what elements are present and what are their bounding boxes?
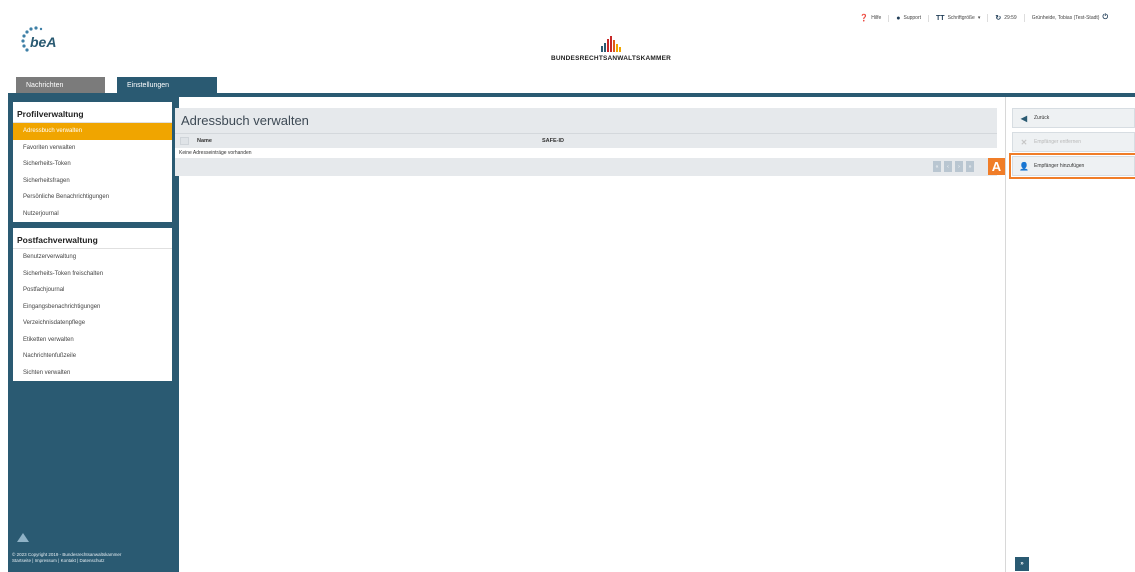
main-tabs: Nachrichten Einstellungen (16, 77, 217, 93)
expand-panel-button[interactable]: » (1015, 557, 1029, 571)
brand-bar (613, 40, 615, 52)
footer: © 2023 Copyright 2019 - Bundesrechtsanwa… (12, 552, 121, 564)
sidebar-item-nachrichtenfusszeile[interactable]: Nachrichtenfußzeile (13, 348, 172, 365)
add-label: Empfänger hinzufügen (1034, 163, 1085, 169)
mailbox-panel-title: Postfachverwaltung (13, 228, 172, 249)
remove-recipient-button[interactable]: ✕ Empfänger entfernen (1012, 132, 1135, 152)
brand-bar (607, 39, 609, 52)
text-size-icon: TT (936, 14, 945, 22)
user-label: Grünheide, Tobias (Test-Stadt) (1031, 15, 1100, 21)
session-timer[interactable]: ↻ 29:59 (987, 14, 1023, 22)
sidebar-item-etiketten[interactable]: Etiketten verwalten (13, 332, 172, 349)
brand-bar (604, 43, 606, 52)
brand-bar (616, 44, 618, 52)
sidebar-item-sichten[interactable]: Sichten verwalten (13, 365, 172, 382)
sidebar-item-sicherheitsfragen[interactable]: Sicherheitsfragen (13, 173, 172, 190)
last-page-button[interactable]: » (966, 161, 974, 172)
brak-logo-bars (536, 36, 686, 52)
page-title: Adressbuch verwalten (175, 108, 997, 133)
footer-links[interactable]: Startseite | Impressum | Kontakt | Daten… (12, 558, 121, 564)
first-page-button[interactable]: « (933, 161, 941, 172)
fontsize-label: Schriftgröße (947, 15, 975, 21)
sidebar-item-postfachjournal[interactable]: Postfachjournal (13, 282, 172, 299)
chevron-down-icon: ▾ (977, 15, 981, 21)
help-label: Hilfe (871, 15, 882, 21)
main-content: Adressbuch verwalten Name SAFE-ID Keine … (175, 101, 1005, 572)
select-all-checkbox[interactable] (180, 137, 189, 145)
next-page-button[interactable]: › (955, 161, 963, 172)
add-recipient-button[interactable]: 👤 Empfänger hinzufügen (1009, 153, 1135, 179)
remove-label: Empfänger entfernen (1034, 139, 1081, 145)
prev-page-button[interactable]: ‹ (944, 161, 952, 172)
empty-message: Keine Adresseinträge vorhanden (175, 148, 997, 158)
sidebar-item-nutzerjournal[interactable]: Nutzerjournal (13, 206, 172, 223)
tab-nachrichten[interactable]: Nachrichten (16, 77, 105, 93)
sidebar-item-favoriten[interactable]: Favoriten verwalten (13, 140, 172, 157)
svg-text:beA: beA (30, 34, 56, 50)
column-header-safe-id[interactable]: SAFE-ID (542, 138, 564, 144)
timer-label: 29:59 (1004, 15, 1017, 21)
brak-brand: BUNDESRECHTSANWALTSKAMMER (536, 36, 686, 62)
pagination: « ‹ › » (933, 161, 974, 172)
sidebar-item-token-freischalten[interactable]: Sicherheits-Token freischalten (13, 266, 172, 283)
sidebar-item-benachrichtigungen[interactable]: Persönliche Benachrichtigungen (13, 189, 172, 206)
sidebar-item-verzeichnisdatenpflege[interactable]: Verzeichnisdatenpflege (13, 315, 172, 332)
bea-logo: beA (17, 24, 67, 66)
right-column-divider (1005, 97, 1006, 572)
footer-logo-icon (16, 531, 30, 543)
table-header: Name SAFE-ID (175, 133, 997, 148)
help-link[interactable]: ❓ Hilfe (853, 14, 889, 22)
brand-bar (601, 46, 603, 52)
power-icon[interactable]: ⏻ (1102, 14, 1108, 22)
top-utility-bar: ❓ Hilfe ● Support TT Schriftgröße ▾ ↻ 29… (853, 12, 1115, 24)
profile-panel: Profilverwaltung Adressbuch verwalten Fa… (13, 102, 172, 222)
user-menu[interactable]: Grünheide, Tobias (Test-Stadt) ⏻ (1023, 14, 1115, 22)
brand-name: BUNDESRECHTSANWALTSKAMMER (550, 55, 672, 62)
fontsize-dropdown[interactable]: TT Schriftgröße ▾ (928, 14, 987, 22)
close-icon: ✕ (1020, 137, 1028, 147)
sidebar-item-eingangsbenachrichtigungen[interactable]: Eingangsbenachrichtigungen (13, 299, 172, 316)
column-header-name[interactable]: Name (197, 138, 542, 144)
user-icon: ● (896, 14, 901, 22)
sidebar: Profilverwaltung Adressbuch verwalten Fa… (8, 97, 179, 572)
sidebar-item-adressbuch[interactable]: Adressbuch verwalten (13, 123, 172, 140)
support-label: Support (903, 15, 922, 21)
tab-einstellungen[interactable]: Einstellungen (117, 77, 217, 93)
profile-panel-title: Profilverwaltung (13, 102, 172, 123)
brand-bar (619, 47, 621, 52)
pager-bar: « ‹ › » (175, 158, 997, 176)
add-user-icon: 👤 (1019, 161, 1029, 171)
back-button[interactable]: ◀ Zurück (1012, 108, 1135, 128)
annotation-marker: A (988, 158, 1005, 175)
refresh-icon: ↻ (995, 15, 1002, 22)
mailbox-panel: Postfachverwaltung Benutzerverwaltung Si… (13, 228, 172, 381)
action-panel: ◀ Zurück ✕ Empfänger entfernen 👤 Empfäng… (1009, 108, 1135, 180)
brand-bar (610, 36, 612, 52)
address-book-box: Adressbuch verwalten Name SAFE-ID Keine … (175, 108, 997, 180)
sidebar-item-sicherheits-token[interactable]: Sicherheits-Token (13, 156, 172, 173)
back-arrow-icon: ◀ (1020, 113, 1028, 123)
back-label: Zurück (1034, 115, 1050, 121)
support-link[interactable]: ● Support (888, 14, 928, 22)
help-icon: ❓ (859, 15, 869, 22)
sidebar-item-benutzerverwaltung[interactable]: Benutzerverwaltung (13, 249, 172, 266)
